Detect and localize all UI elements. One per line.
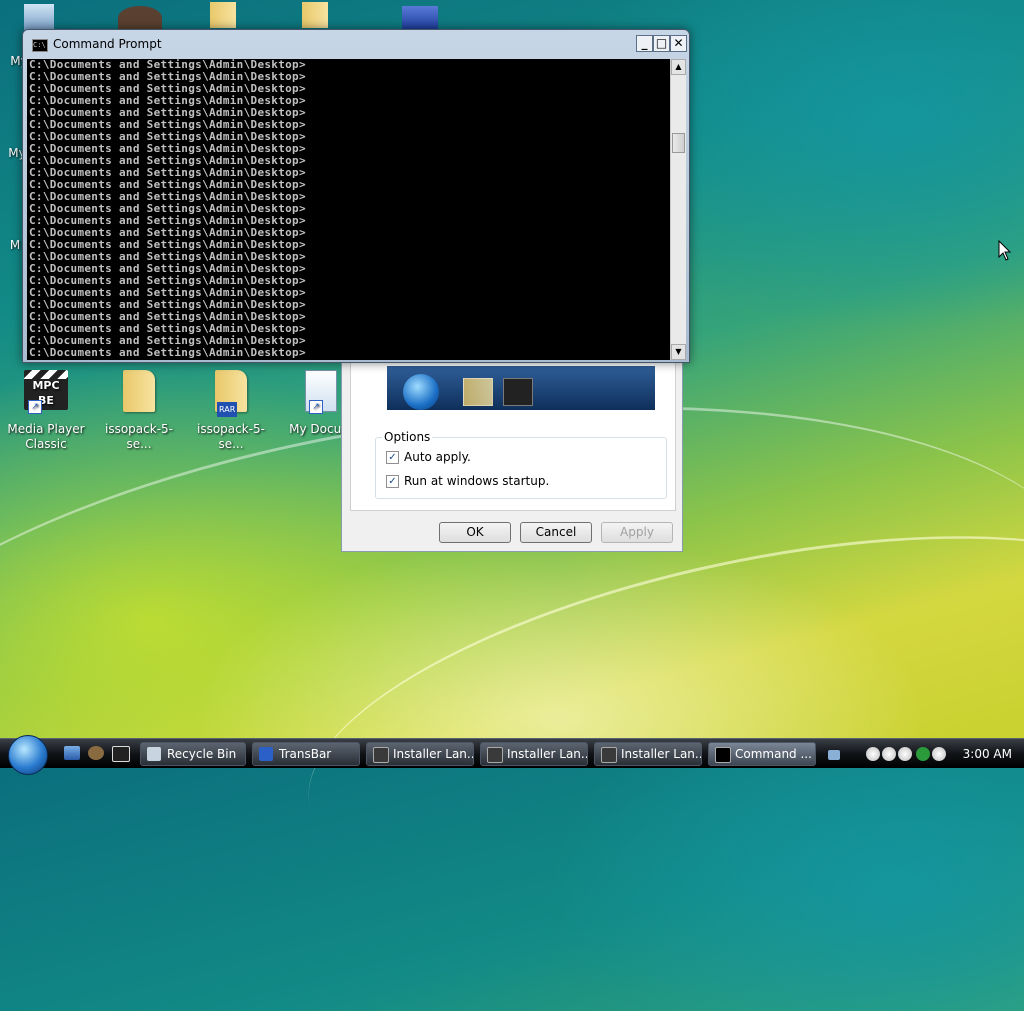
security-check-icon[interactable] [916,747,930,761]
maximize-button[interactable]: □ [653,35,670,52]
dialog-content-panel: Options ✓ Auto apply. ✓ Run at windows s… [350,341,676,511]
folder-icon [117,370,161,418]
apply-button[interactable]: Apply [601,522,673,543]
options-label: Options [382,430,433,444]
auto-apply-label: Auto apply. [404,450,471,464]
tray-app-icon[interactable] [866,747,880,761]
installer-icon [601,747,617,763]
media-player-quicklaunch-icon[interactable] [88,746,104,760]
folder-icon [463,378,493,406]
auto-apply-checkbox[interactable]: ✓ [386,450,399,464]
clock[interactable]: 3:00 AM [963,747,1012,761]
desktop-icon-media-player-classic[interactable]: MPC BE ↗ Media Player Classic [3,370,89,452]
scroll-up-arrow-icon[interactable]: ▲ [671,59,686,75]
task-transbar[interactable]: TransBar [252,742,360,766]
mouse-cursor-icon [998,240,1012,261]
tray-app-icon[interactable] [898,747,912,761]
task-installer-2[interactable]: Installer Lan... [480,742,588,766]
run-startup-row[interactable]: ✓ Run at windows startup. [386,474,549,488]
tray-app-icon[interactable] [882,747,896,761]
command-prompt-window[interactable]: C:\ Command Prompt _ □ ✕ C:\Documents an… [22,29,690,363]
minimize-button[interactable]: _ [636,35,653,52]
cmd-icon [715,747,731,763]
cancel-button[interactable]: Cancel [520,522,592,543]
auto-apply-row[interactable]: ✓ Auto apply. [386,450,471,464]
taskbar-preview [387,366,655,410]
shortcut-arrow-icon: ↗ [309,400,323,414]
task-recycle-bin[interactable]: Recycle Bin [140,742,246,766]
desktop-icon-issopack-rar[interactable]: RAR issopack-5-se... [188,370,274,452]
desktop-icon-partial [210,2,236,28]
installer-icon [487,747,503,763]
system-tray: 3:00 AM [824,741,1024,767]
desktop-icon-partial [302,2,328,28]
task-installer-3[interactable]: Installer Lan... [594,742,702,766]
desktop-icon-label: issopack-5-se... [197,422,265,451]
rar-badge: RAR [217,402,238,417]
run-startup-checkbox[interactable]: ✓ [386,474,399,488]
window-icon [259,747,273,761]
cmd-titlebar[interactable]: C:\ Command Prompt _ □ ✕ [23,30,689,58]
scroll-down-arrow-icon[interactable]: ▼ [671,344,686,360]
installer-icon [373,747,389,763]
task-label: TransBar [279,747,332,761]
desktop-icon-partial [24,4,54,30]
task-label: Command ... [735,747,812,761]
task-label: Recycle Bin [167,747,237,761]
close-button[interactable]: ✕ [670,35,687,52]
vertical-scrollbar[interactable]: ▲ ▼ [670,59,686,360]
desktop-icon-label: M [9,238,21,252]
documents-icon: ↗ [299,370,343,418]
run-startup-label: Run at windows startup. [404,474,550,488]
desktop-icon-label: issopack-5-se... [105,422,173,451]
ok-button[interactable]: OK [439,522,511,543]
cmd-icon [503,378,533,406]
keyboard-icon[interactable] [828,750,840,760]
task-label: Installer Lan... [393,747,474,761]
desktop-icon-issopack-folder[interactable]: issopack-5-se... [96,370,182,452]
taskbar: Recycle Bin TransBar Installer Lan... In… [0,735,1024,775]
media-player-icon: MPC BE ↗ [24,370,68,418]
desktop-icon-partial [118,6,162,30]
cmd-icon: C:\ [32,39,48,52]
start-button[interactable] [8,735,48,775]
options-group: Options ✓ Auto apply. ✓ Run at windows s… [375,430,667,499]
mpc-quicklaunch-icon[interactable] [112,746,130,762]
rar-archive-icon: RAR [209,370,253,418]
task-label: Installer Lan... [507,747,588,761]
desktop-icon-partial [402,6,438,30]
console-line: C:\Documents and Settings\Admin\Desktop> [29,346,306,359]
transbar-dialog: Options ✓ Auto apply. ✓ Run at windows s… [341,340,683,552]
window-title: Command Prompt [53,37,162,51]
shortcut-arrow-icon: ↗ [28,400,42,414]
desktop-icon-label: Media Player Classic [7,422,85,451]
task-command-prompt[interactable]: Command ... [708,742,816,766]
show-desktop-icon[interactable] [64,746,80,760]
scroll-thumb[interactable] [672,133,685,153]
task-installer-1[interactable]: Installer Lan... [366,742,474,766]
tray-app-icon[interactable] [932,747,946,761]
task-label: Installer Lan... [621,747,702,761]
console-output[interactable]: C:\Documents and Settings\Admin\Desktop>… [27,59,670,360]
start-orb-icon [403,374,439,410]
recycle-bin-icon [147,747,161,761]
